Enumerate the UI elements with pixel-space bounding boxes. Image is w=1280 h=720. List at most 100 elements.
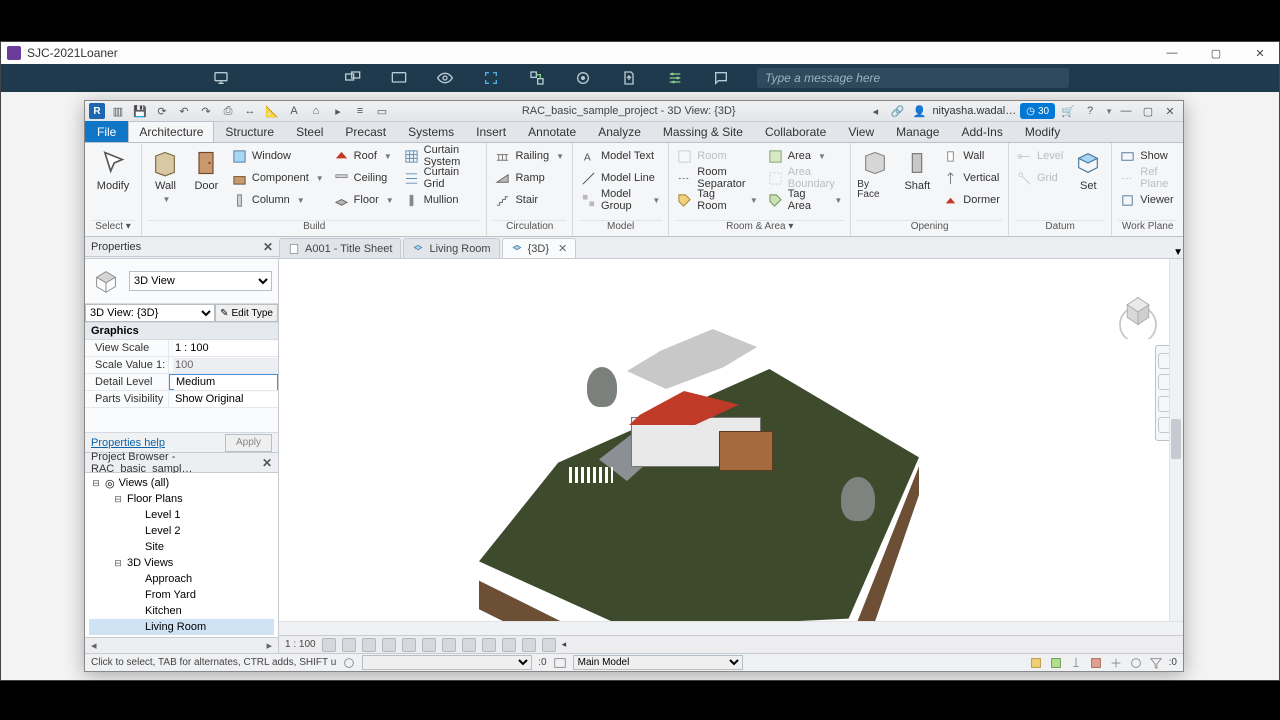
- tab-architecture[interactable]: Architecture: [128, 121, 214, 142]
- select-underlay-icon[interactable]: [1049, 656, 1063, 670]
- file-tab[interactable]: File: [85, 121, 128, 142]
- autosave-timer[interactable]: ◷ 30: [1020, 103, 1055, 119]
- rendering-icon[interactable]: [402, 638, 416, 652]
- tab-collaborate[interactable]: Collaborate: [754, 121, 837, 142]
- component-button[interactable]: Component▼: [230, 167, 326, 189]
- tree-node[interactable]: Site: [89, 539, 274, 555]
- constraints-icon[interactable]: [542, 638, 556, 652]
- property-row[interactable]: View Scale: [85, 340, 278, 357]
- tree-node[interactable]: From Yard: [89, 587, 274, 603]
- temp-hide-icon[interactable]: [482, 638, 496, 652]
- main-model-select[interactable]: Main Model: [573, 655, 743, 670]
- qat-tag-icon[interactable]: A: [285, 102, 303, 120]
- outer-close-button[interactable]: ✕: [1241, 42, 1279, 64]
- revit-logo-icon[interactable]: R: [89, 103, 105, 119]
- crop-region-icon[interactable]: [442, 638, 456, 652]
- floor-button[interactable]: Floor▼: [332, 189, 396, 211]
- tab-modify[interactable]: Modify: [1014, 121, 1071, 142]
- stair-button[interactable]: Stair: [493, 189, 566, 211]
- tab-steel[interactable]: Steel: [285, 121, 334, 142]
- 3d-viewport[interactable]: 1 : 100 ◂: [279, 259, 1183, 653]
- inner-maximize-button[interactable]: ▢: [1139, 102, 1157, 120]
- instance-selector[interactable]: 3D View: {3D}: [85, 304, 215, 322]
- ramp-button[interactable]: Ramp: [493, 167, 566, 189]
- sun-path-icon[interactable]: [362, 638, 376, 652]
- drag-elements-icon[interactable]: [1109, 656, 1123, 670]
- close-tab-icon[interactable]: ✕: [558, 242, 567, 255]
- analytical-icon[interactable]: [522, 638, 536, 652]
- view-tab-title-sheet[interactable]: A001 - Title Sheet: [279, 238, 401, 258]
- tab-annotate[interactable]: Annotate: [517, 121, 587, 142]
- model-group-button[interactable]: Model Group▼: [579, 189, 662, 211]
- area-button[interactable]: Area▼: [766, 145, 845, 167]
- tab-systems[interactable]: Systems: [397, 121, 465, 142]
- room-separator-button[interactable]: Room Separator: [675, 167, 759, 189]
- worksharing-icon[interactable]: 🔗: [888, 102, 906, 120]
- apply-button[interactable]: Apply: [225, 434, 272, 452]
- record-icon[interactable]: [573, 70, 593, 86]
- tab-insert[interactable]: Insert: [465, 121, 517, 142]
- qat-redo-icon[interactable]: ↷: [197, 102, 215, 120]
- railing-button[interactable]: Railing▼: [493, 145, 566, 167]
- collapse-icon[interactable]: ⊟: [91, 478, 101, 489]
- qat-measure-icon[interactable]: ↔: [241, 102, 259, 120]
- property-value-input[interactable]: [173, 341, 278, 356]
- chat-input[interactable]: Type a message here: [757, 68, 1069, 88]
- tab-add-ins[interactable]: Add-Ins: [950, 121, 1013, 142]
- property-value-input[interactable]: [174, 375, 277, 390]
- view-tab-living-room[interactable]: Living Room: [403, 238, 499, 258]
- tab-massing-site[interactable]: Massing & Site: [652, 121, 754, 142]
- qat-section-icon[interactable]: ▸: [329, 102, 347, 120]
- roof-button[interactable]: Roof▼: [332, 145, 396, 167]
- view-tabs-menu-icon[interactable]: ▼: [1173, 247, 1183, 258]
- tab-precast[interactable]: Precast: [334, 121, 397, 142]
- door-button[interactable]: Door: [189, 145, 224, 192]
- modify-button[interactable]: Modify: [91, 145, 135, 192]
- background-process-icon[interactable]: [1129, 656, 1143, 670]
- select-links-icon[interactable]: [1029, 656, 1043, 670]
- scroll-left-icon[interactable]: ◂: [91, 639, 97, 652]
- scroll-right-icon[interactable]: ▸: [266, 639, 272, 652]
- viewport-h-scrollbar[interactable]: [279, 621, 1183, 635]
- curtain-system-button[interactable]: Curtain System: [402, 145, 481, 167]
- outer-maximize-button[interactable]: ▢: [1197, 42, 1235, 64]
- ceiling-button[interactable]: Ceiling: [332, 167, 396, 189]
- tree-node[interactable]: Kitchen: [89, 603, 274, 619]
- lock-3d-icon[interactable]: [462, 638, 476, 652]
- status-workset-select[interactable]: [362, 655, 532, 670]
- monitor-icon[interactable]: [211, 70, 231, 86]
- status-editable-icon[interactable]: [553, 656, 567, 670]
- fullscreen-icon[interactable]: [481, 70, 501, 86]
- viewport-v-scrollbar[interactable]: [1169, 259, 1183, 653]
- user-icon[interactable]: 👤: [910, 102, 928, 120]
- curtain-grid-button[interactable]: Curtain Grid: [402, 167, 481, 189]
- tab-manage[interactable]: Manage: [885, 121, 950, 142]
- shadows-icon[interactable]: [382, 638, 396, 652]
- filter-icon[interactable]: [1149, 656, 1163, 670]
- qat-close-hidden-icon[interactable]: ▭: [373, 102, 391, 120]
- qat-open-icon[interactable]: ▥: [109, 102, 127, 120]
- wall-opening-button[interactable]: Wall: [941, 145, 1002, 167]
- inner-close-button[interactable]: ✕: [1161, 102, 1179, 120]
- model-text-button[interactable]: AModel Text: [579, 145, 662, 167]
- properties-close-icon[interactable]: ✕: [263, 240, 273, 254]
- model-line-button[interactable]: Model Line: [579, 167, 662, 189]
- select-face-icon[interactable]: [1089, 656, 1103, 670]
- upload-icon[interactable]: [619, 70, 639, 86]
- browser-h-scrollbar[interactable]: ◂ ▸: [85, 637, 278, 653]
- group-title-select[interactable]: Select ▾: [91, 220, 135, 236]
- by-face-button[interactable]: By Face: [857, 145, 893, 200]
- nav-left-icon[interactable]: ◂: [866, 102, 884, 120]
- collapse-icon[interactable]: ⊟: [113, 494, 123, 505]
- screen-icon[interactable]: [389, 70, 409, 86]
- multi-monitor-icon[interactable]: [343, 70, 363, 86]
- tab-structure[interactable]: Structure: [214, 121, 285, 142]
- qat-save-icon[interactable]: 💾: [131, 102, 149, 120]
- property-row[interactable]: Parts Visibility: [85, 391, 278, 408]
- view-tab-3d[interactable]: {3D} ✕: [502, 238, 577, 258]
- window-button[interactable]: Window: [230, 145, 326, 167]
- help-icon[interactable]: ?: [1081, 102, 1099, 120]
- tree-node[interactable]: Level 2: [89, 523, 274, 539]
- reveal-hidden-icon[interactable]: [502, 638, 516, 652]
- property-category-graphics[interactable]: Graphics: [85, 323, 278, 340]
